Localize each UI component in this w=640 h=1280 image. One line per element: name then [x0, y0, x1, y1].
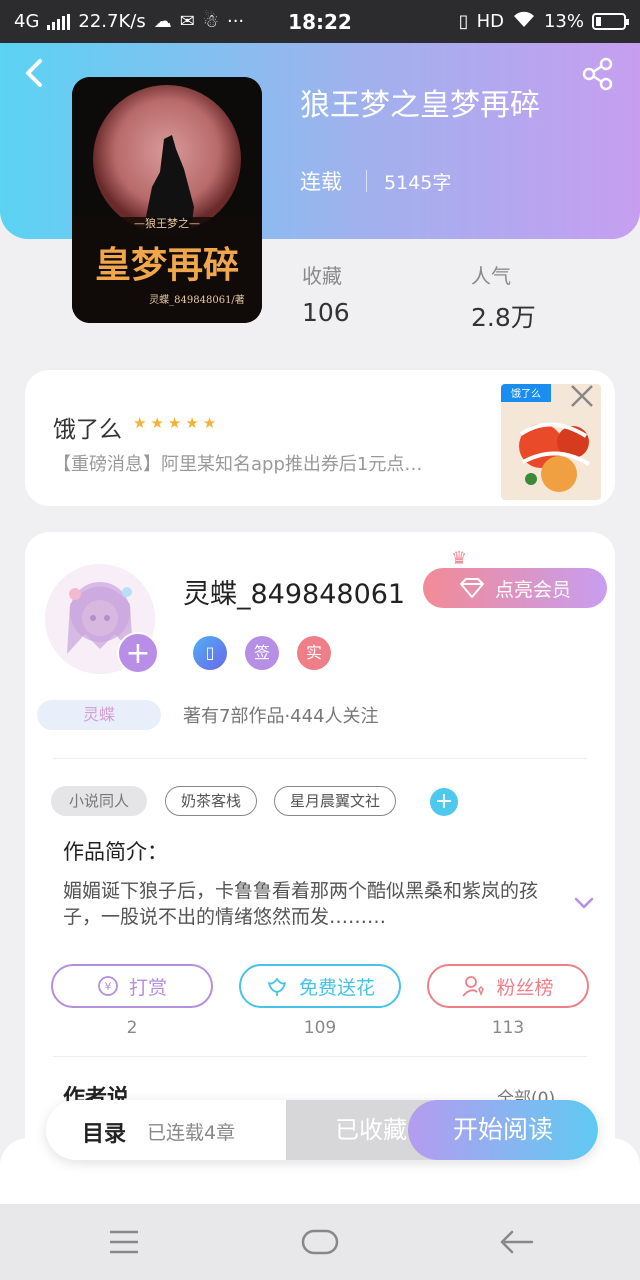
add-tag-button[interactable]: + — [430, 788, 458, 816]
vibrate-icon: ▯ — [458, 11, 469, 32]
signed-badge: 签 — [245, 636, 279, 670]
intro-title: 作品简介： — [63, 840, 168, 864]
cover-image: —狼王梦之— 皇梦再碎 灵蝶_849848061/著 — [72, 77, 262, 323]
cover-title: 皇梦再碎 — [95, 244, 239, 286]
fan-ranking-label: 粉丝榜 — [496, 976, 554, 999]
share-icon — [582, 57, 613, 91]
verified-badge: 实 — [297, 636, 331, 670]
diamond-icon — [459, 578, 484, 598]
book-title: 狼王梦之皇梦再碎 — [300, 88, 540, 123]
back-nav-button[interactable] — [496, 1224, 536, 1260]
chapter-count: 已连载4章 — [147, 1122, 236, 1144]
tag-star-moon-society[interactable]: 星月晨翼文社 — [274, 786, 396, 816]
ad-rating: ★★★★★ — [133, 414, 221, 432]
close-icon — [571, 385, 593, 407]
crown-icon: ♛ — [451, 548, 468, 569]
tip-count: 2 — [126, 1018, 138, 1038]
yen-icon: ¥ — [98, 976, 118, 996]
ad-logo-text: 饿了么 — [511, 388, 541, 400]
tag-milk-tea-inn[interactable]: 奶茶客栈 — [165, 786, 257, 816]
intro-text: 媚媚诞下狼子后，卡鲁鲁看着那两个酷似黑桑和紫岚的孩子，一股说不出的情绪悠然而发…… — [63, 880, 539, 928]
phone-badge-icon: ▯ — [193, 636, 227, 670]
bottom-action-bar: 目录 已连载4章 已收藏 开始阅读 — [46, 1100, 598, 1160]
ad-title: 饿了么 — [53, 417, 122, 443]
menu-icon — [110, 1230, 138, 1254]
book-cover[interactable]: —狼王梦之— 皇梦再碎 灵蝶_849848061/著 — [72, 77, 262, 323]
send-flower-label: 免费送花 — [298, 976, 375, 999]
battery-percent: 13% — [543, 11, 584, 32]
system-nav-bar — [0, 1204, 640, 1280]
fan-icon — [462, 976, 485, 997]
toc-button[interactable]: 目录 — [82, 1116, 126, 1148]
svg-text:¥: ¥ — [104, 980, 111, 993]
back-button[interactable] — [20, 56, 54, 90]
fan-ranking-button[interactable]: 粉丝榜 — [427, 964, 589, 1008]
network-speed: 22.7K/s — [78, 11, 146, 32]
popularity-value: 2.8万 — [471, 303, 536, 332]
wifi-icon — [512, 10, 536, 33]
network-label: 4G — [14, 11, 40, 32]
status-bar: 4G 22.7K/s ☁ ✉ ☃ ··· 18:22 ▯ HD 13% — [0, 0, 640, 43]
vip-button[interactable]: 点亮会员 — [423, 568, 607, 608]
qq-icon: ☃ — [202, 11, 219, 32]
divider — [366, 170, 367, 192]
fan-count: 113 — [491, 1018, 525, 1038]
tag-novel-fanfic[interactable]: 小说同人 — [51, 786, 147, 816]
menu-nav-button[interactable] — [104, 1224, 144, 1260]
favorites-label: 收藏 — [302, 264, 342, 288]
author-name: 灵蝶_849848061 — [183, 579, 406, 610]
more-notifications: ··· — [226, 11, 245, 32]
divider — [53, 758, 587, 759]
cover-author: 灵蝶_849848061/著 — [149, 293, 245, 306]
vip-button-label: 点亮会员 — [494, 578, 571, 601]
favorites-value: 106 — [302, 298, 350, 327]
flower-icon — [268, 978, 286, 996]
ad-card[interactable]: 饿了么 ★★★★★ 【重磅消息】阿里某知名app推出券后1元点… 饿了么 — [25, 370, 615, 506]
ad-close-button[interactable] — [567, 382, 597, 412]
signal-icon — [47, 13, 71, 30]
popularity-label: 人气 — [471, 264, 511, 288]
book-status: 连载 — [300, 170, 342, 194]
word-count: 5145字 — [384, 172, 452, 194]
back-arrow-icon — [26, 59, 42, 87]
author-stats: 著有7部作品·444人关注 — [183, 706, 379, 727]
home-nav-button[interactable] — [300, 1224, 340, 1260]
follow-plus-button[interactable]: + — [117, 632, 159, 674]
hd-label: HD — [476, 11, 504, 32]
author-name-tag: 灵蝶 — [37, 700, 161, 730]
home-icon — [301, 1229, 339, 1255]
back-icon — [500, 1230, 534, 1254]
start-reading-button[interactable]: 开始阅读 — [408, 1100, 598, 1160]
share-button[interactable] — [580, 56, 616, 92]
cloud-icon: ☁ — [153, 11, 172, 32]
chevron-down-icon[interactable] — [573, 892, 595, 914]
tip-label: 打赏 — [128, 976, 167, 999]
send-flower-button[interactable]: 免费送花 — [239, 964, 401, 1008]
divider — [53, 1056, 587, 1057]
wechat-icon: ✉ — [179, 11, 195, 32]
cover-subtitle: —狼王梦之— — [134, 216, 200, 230]
ad-description: 【重磅消息】阿里某知名app推出券后1元点… — [53, 454, 423, 475]
battery-icon — [592, 13, 629, 30]
flower-count: 109 — [303, 1018, 337, 1038]
tip-button[interactable]: ¥ 打赏 — [51, 964, 213, 1008]
